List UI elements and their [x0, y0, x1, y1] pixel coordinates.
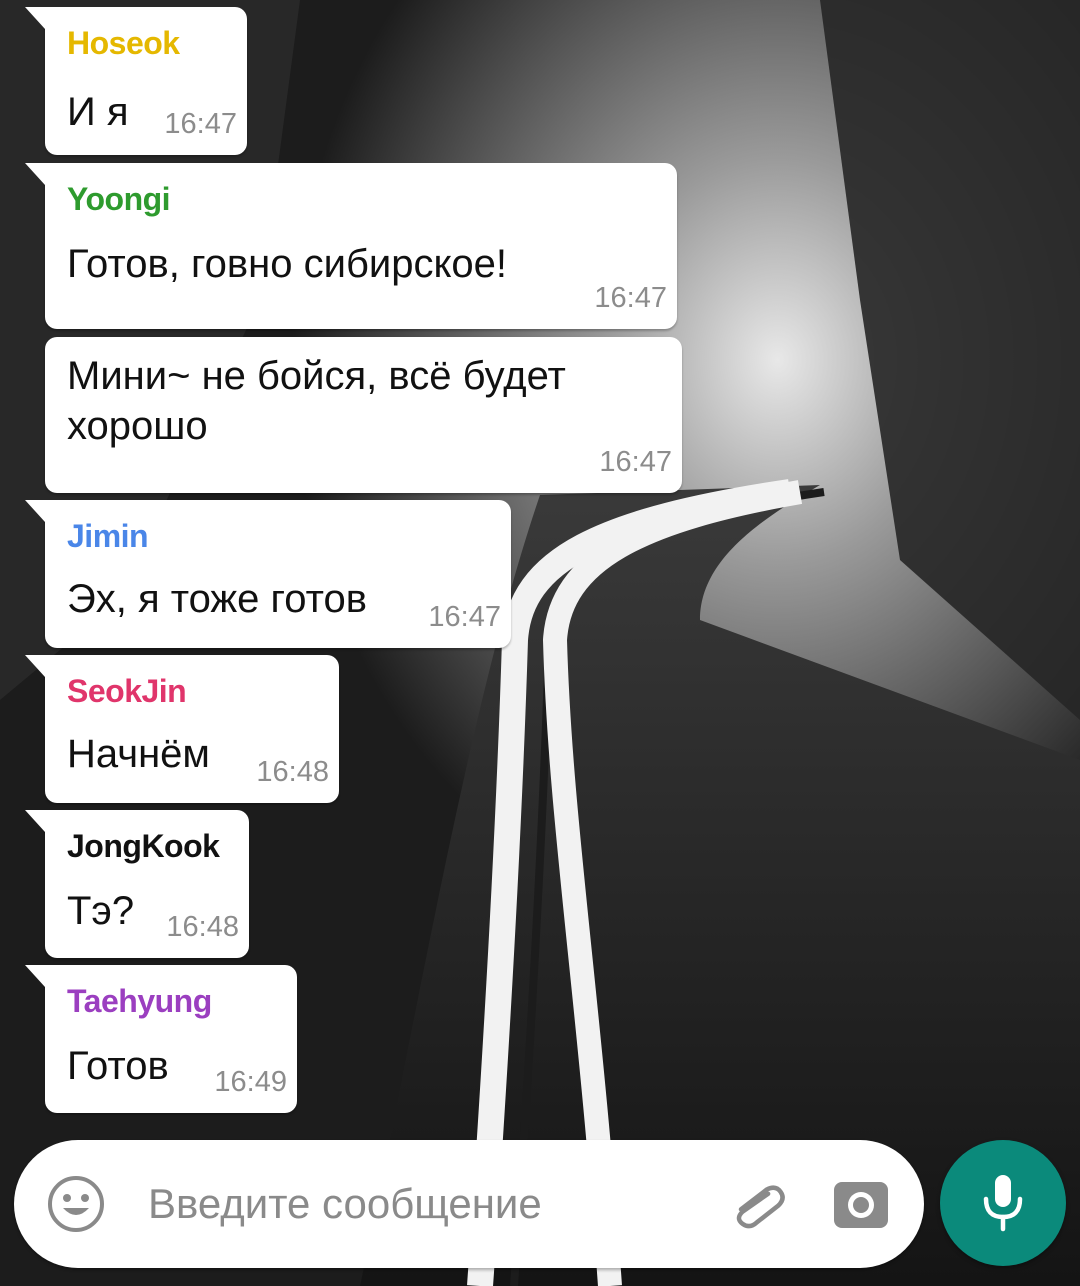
- message-bubble[interactable]: SeokJin Начнём 16:48: [25, 655, 339, 803]
- message-bubble[interactable]: Hoseok И я 16:47: [25, 7, 247, 155]
- camera-icon[interactable]: [832, 1176, 890, 1232]
- message-composer: [14, 1140, 924, 1268]
- sender-name: SeokJin: [67, 673, 187, 709]
- microphone-button[interactable]: [940, 1140, 1066, 1266]
- message-bubble[interactable]: Taehyung Готов 16:49: [25, 965, 297, 1113]
- sender-name: Hoseok: [67, 25, 180, 61]
- message-bubble[interactable]: JongKook Тэ? 16:48: [25, 810, 249, 958]
- message-time: 16:47: [599, 446, 672, 478]
- sender-name: Jimin: [67, 518, 149, 554]
- message-bubble[interactable]: Yoongi Готов, говно сибирское! 16:47: [25, 163, 677, 329]
- message-text: Мини~ не бойся, всё будет: [67, 354, 566, 398]
- message-bubble[interactable]: Jimin Эх, я тоже готов 16:47: [25, 500, 511, 648]
- emoji-icon[interactable]: [46, 1174, 106, 1234]
- message-time: 16:49: [214, 1066, 287, 1098]
- sender-name: JongKook: [67, 828, 220, 864]
- message-time: 16:47: [428, 601, 501, 633]
- message-time: 16:47: [594, 282, 667, 314]
- message-time: 16:48: [166, 911, 239, 943]
- message-time: 16:48: [256, 756, 329, 788]
- message-input[interactable]: [148, 1180, 688, 1228]
- message-text: Тэ?: [67, 889, 135, 933]
- sender-name: Yoongi: [67, 181, 171, 217]
- message-text: Начнём: [67, 732, 210, 776]
- message-text: хорошо: [67, 404, 208, 448]
- message-text: Готов: [67, 1044, 169, 1088]
- paperclip-icon[interactable]: [726, 1174, 788, 1236]
- message-text: Готов, говно сибирское!: [67, 242, 507, 286]
- message-bubble[interactable]: Мини~ не бойся, всё будет хорошо 16:47: [45, 337, 682, 493]
- message-time: 16:47: [164, 108, 237, 140]
- microphone-icon: [983, 1175, 1023, 1232]
- message-text: Эх, я тоже готов: [67, 577, 367, 621]
- sender-name: Taehyung: [67, 983, 212, 1019]
- message-text: И я: [67, 90, 129, 134]
- message-list[interactable]: Hoseok И я 16:47 Yoongi Готов, говно сиб…: [0, 0, 1080, 1130]
